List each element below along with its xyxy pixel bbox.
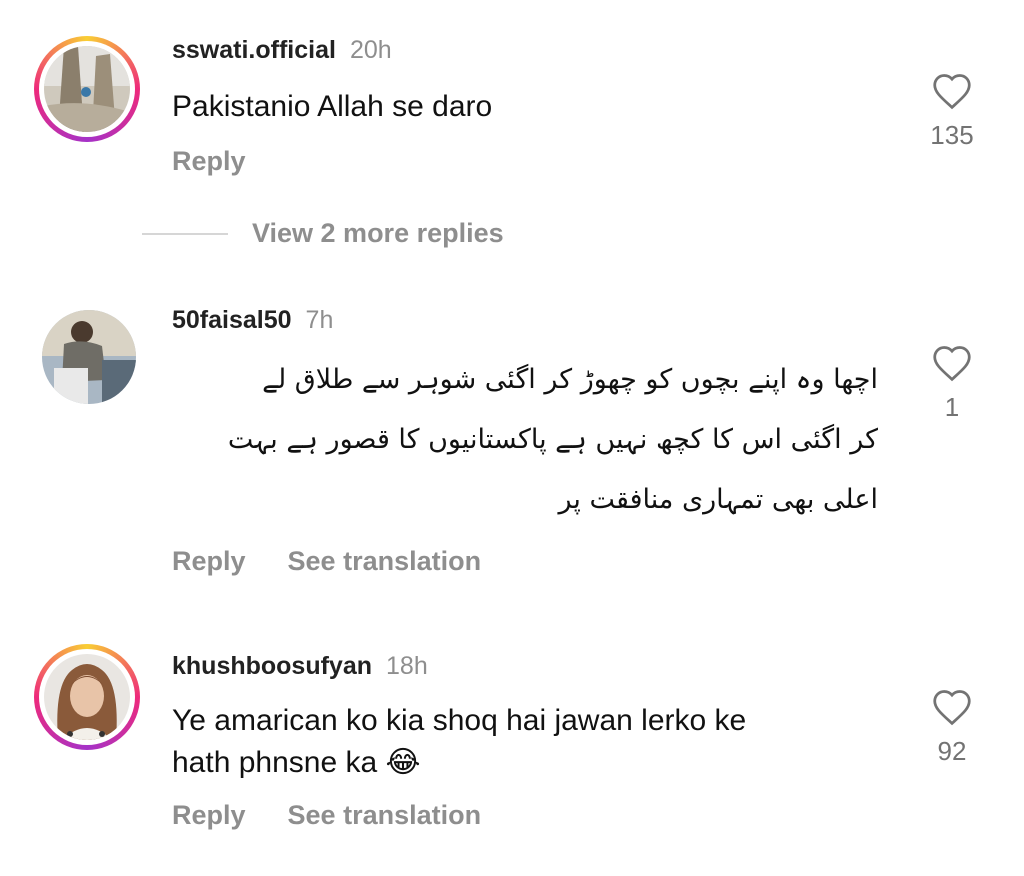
avatar-story-ring[interactable] xyxy=(34,36,140,142)
timestamp: 20h xyxy=(349,36,392,64)
avatar xyxy=(44,654,130,740)
tears-of-joy-emoji: 😂 xyxy=(385,746,421,779)
comment-header: khushboosufyan 18h xyxy=(172,652,428,681)
see-translation-button[interactable]: See translation xyxy=(288,800,482,830)
reply-button[interactable]: Reply xyxy=(172,546,246,576)
comment-text: Pakistanio Allah se daro xyxy=(172,90,493,123)
like-count: 92 xyxy=(937,736,967,766)
timestamp: 7h xyxy=(305,306,334,334)
comment-text-line: اچھا وہ اپنے بچوں کو چھوڑ کر اگئی شوہر س… xyxy=(262,364,878,395)
comment-actions: Reply xyxy=(172,146,288,177)
avatar xyxy=(44,46,130,132)
like-control[interactable]: 135 xyxy=(922,72,982,151)
comment-text: Ye amarican ko kia shoq hai jawan lerko … xyxy=(172,700,746,784)
like-control[interactable]: 92 xyxy=(922,688,982,767)
avatar[interactable] xyxy=(42,310,136,404)
thread-divider xyxy=(142,233,228,235)
view-more-replies-label[interactable]: View 2 more replies xyxy=(252,218,504,249)
reply-button[interactable]: Reply xyxy=(172,146,246,176)
heart-outline-icon[interactable] xyxy=(931,688,973,726)
comment-header: sswati.official 20h xyxy=(172,36,392,65)
like-count: 135 xyxy=(930,120,974,150)
timestamp: 18h xyxy=(386,652,428,680)
comment-text-line: اعلی بھی تمہاری منافقت پر xyxy=(558,484,878,515)
comment-actions: Reply See translation xyxy=(172,800,523,831)
username[interactable]: sswati.official xyxy=(172,36,336,64)
username[interactable]: khushboosufyan xyxy=(172,652,372,680)
heart-outline-icon[interactable] xyxy=(931,344,973,382)
like-count: 1 xyxy=(944,392,960,422)
comment-text-line: hath phnsne ka 😂 xyxy=(172,746,421,779)
comment-text-line: Ye amarican ko kia shoq hai jawan lerko … xyxy=(172,704,747,737)
comment-actions: Reply See translation xyxy=(172,546,523,577)
heart-outline-icon[interactable] xyxy=(931,72,973,110)
reply-button[interactable]: Reply xyxy=(172,800,246,830)
like-control[interactable]: 1 xyxy=(922,344,982,423)
see-translation-button[interactable]: See translation xyxy=(288,546,482,576)
comment-text: اچھا وہ اپنے بچوں کو چھوڑ کر اگئی شوہر س… xyxy=(172,350,878,530)
comment-header: 50faisal50 7h xyxy=(172,306,333,335)
comment-text-line: کر اگئی اس کا کچھ نہیں ہے پاکستانیوں کا … xyxy=(227,424,878,455)
avatar-story-ring[interactable] xyxy=(34,644,140,750)
username[interactable]: 50faisal50 xyxy=(172,306,292,334)
